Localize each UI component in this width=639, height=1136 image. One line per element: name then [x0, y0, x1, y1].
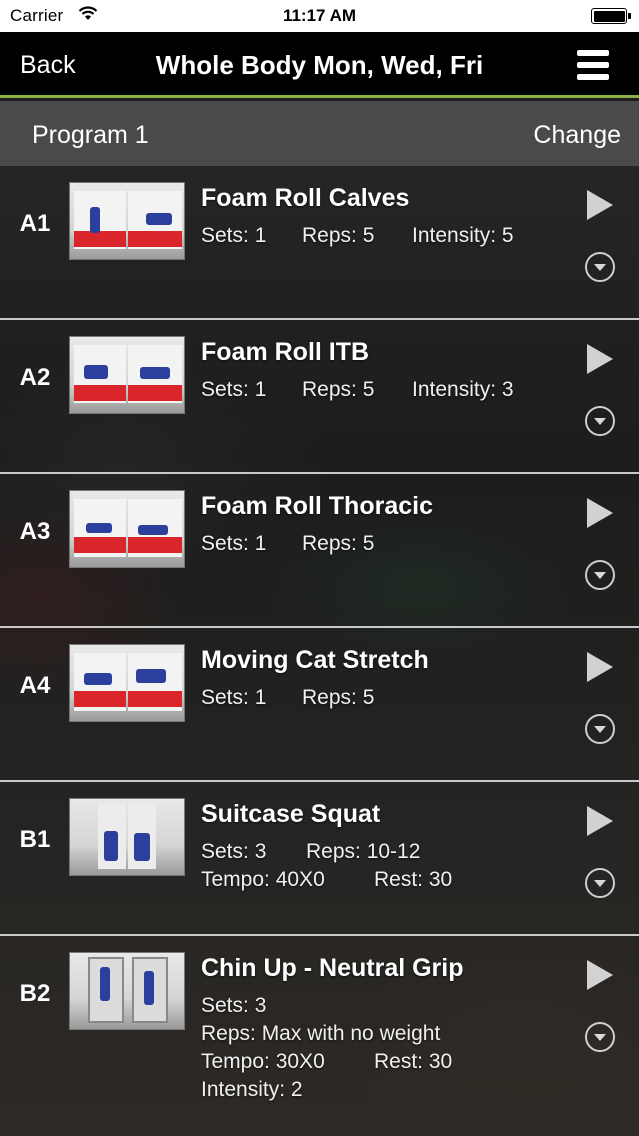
tempo-value: Tempo: 40X0 — [201, 868, 325, 891]
exercise-code: A4 — [19, 672, 51, 699]
exercise-details: Tempo: 30X0 Rest: 30 — [201, 1050, 452, 1074]
exercise-row[interactable]: A1 Foam Roll Calves Sets: 1 Reps: 5 Intens… — [0, 166, 639, 320]
sets-value: Sets: 1 — [201, 224, 267, 247]
exercise-thumbnail — [69, 336, 185, 414]
exercise-details: Sets: 1 Reps: 5 — [201, 686, 374, 710]
exercise-details: Intensity: 2 — [201, 1078, 303, 1102]
change-program-button[interactable]: Change — [533, 121, 621, 150]
exercise-thumbnail — [69, 952, 185, 1030]
sets-value: Sets: 3 — [201, 840, 267, 863]
sets-value: Sets: 3 — [201, 994, 267, 1017]
exercise-thumbnail — [69, 798, 185, 876]
exercise-code: A2 — [19, 364, 51, 391]
play-icon[interactable] — [587, 652, 613, 682]
chevron-down-icon[interactable] — [585, 560, 615, 590]
reps-value: Reps: 5 — [302, 532, 375, 555]
exercise-details: Sets: 1 Reps: 5 — [201, 532, 374, 556]
exercise-row[interactable]: A2 Foam Roll ITB Sets: 1 Reps: 5 Intensity… — [0, 320, 639, 474]
sets-value: Sets: 1 — [201, 378, 267, 401]
play-icon[interactable] — [587, 806, 613, 836]
exercise-row[interactable]: B1 Suitcase Squat Sets: 3 Reps: 10-12 Tem… — [0, 782, 639, 936]
status-time: 11:17 AM — [282, 6, 357, 25]
play-icon[interactable] — [587, 344, 613, 374]
battery-icon — [591, 8, 631, 24]
exercise-name: Foam Roll ITB — [201, 338, 370, 366]
chevron-down-icon[interactable] — [585, 406, 615, 436]
exercise-name: Suitcase Squat — [201, 800, 381, 828]
exercise-details: Sets: 3 Reps: 10-12 — [201, 840, 420, 864]
exercise-thumbnail — [69, 490, 185, 568]
exercise-details: Tempo: 40X0 Rest: 30 — [201, 868, 452, 892]
exercise-code: B1 — [19, 826, 51, 853]
reps-value: Reps: Max with no weight — [201, 1022, 441, 1045]
play-icon[interactable] — [587, 960, 613, 990]
exercise-name: Foam Roll Thoracic — [201, 492, 433, 520]
play-icon[interactable] — [587, 498, 613, 528]
sets-value: Sets: 1 — [201, 686, 267, 709]
intensity-value: Intensity: 5 — [412, 224, 514, 247]
rest-value: Rest: 30 — [374, 1050, 453, 1073]
chevron-down-icon[interactable] — [585, 868, 615, 898]
exercise-details: Reps: Max with no weight — [201, 1022, 440, 1046]
reps-value: Reps: 5 — [302, 686, 375, 709]
program-bar: Program 1 Change — [0, 101, 639, 166]
chevron-down-icon[interactable] — [585, 714, 615, 744]
program-label: Program 1 — [32, 121, 149, 149]
sets-value: Sets: 1 — [201, 532, 267, 555]
exercise-row[interactable]: A4 Moving Cat Stretch Sets: 1 Reps: 5 — [0, 628, 639, 782]
exercise-name: Chin Up - Neutral Grip — [201, 954, 464, 982]
exercise-code: B2 — [19, 980, 51, 1007]
reps-value: Reps: 5 — [302, 224, 375, 247]
tempo-value: Tempo: 30X0 — [201, 1050, 325, 1073]
chevron-down-icon[interactable] — [585, 1022, 615, 1052]
intensity-value: Intensity: 3 — [412, 378, 514, 401]
intensity-value: Intensity: 2 — [201, 1078, 303, 1101]
exercise-thumbnail — [69, 182, 185, 260]
exercise-thumbnail — [69, 644, 185, 722]
exercise-details: Sets: 1 Reps: 5 Intensity: 3 — [201, 378, 514, 402]
nav-bar: Back Whole Body Mon, Wed, Fri — [0, 32, 639, 98]
play-icon[interactable] — [587, 190, 613, 220]
hamburger-menu-icon[interactable] — [577, 50, 609, 80]
chevron-down-icon[interactable] — [585, 252, 615, 282]
reps-value: Reps: 5 — [302, 378, 375, 401]
exercise-code: A3 — [19, 518, 51, 545]
exercise-code: A1 — [19, 210, 51, 237]
exercise-details: Sets: 1 Reps: 5 Intensity: 5 — [201, 224, 514, 248]
exercise-details: Sets: 3 — [201, 994, 266, 1018]
exercise-row[interactable]: B2 Chin Up - Neutral Grip Sets: 3 Reps: … — [0, 936, 639, 1136]
exercise-row[interactable]: A3 Foam Roll Thoracic Sets: 1 Reps: 5 — [0, 474, 639, 628]
status-bar: Carrier 11:17 AM — [0, 0, 639, 32]
exercise-name: Moving Cat Stretch — [201, 646, 429, 674]
exercise-name: Foam Roll Calves — [201, 184, 410, 212]
page-title: Whole Body Mon, Wed, Fri — [155, 50, 484, 80]
rest-value: Rest: 30 — [374, 868, 453, 891]
reps-value: Reps: 10-12 — [306, 840, 421, 863]
